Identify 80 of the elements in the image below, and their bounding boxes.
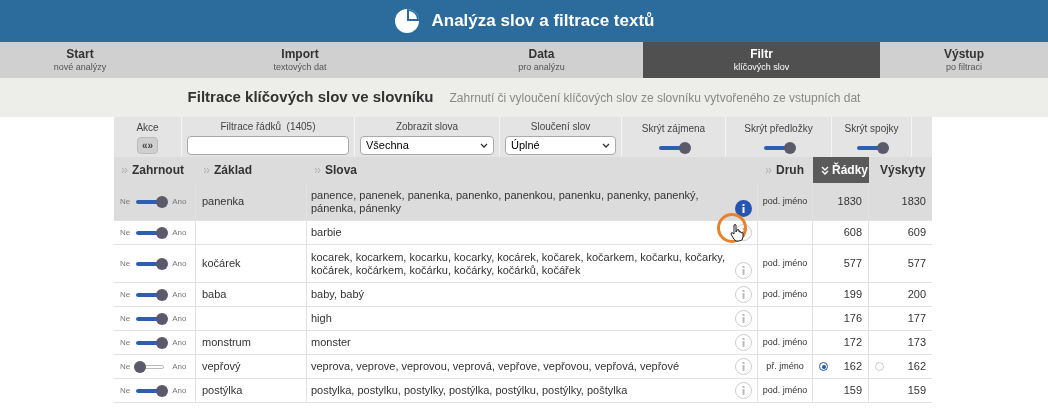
column-header[interactable]: Výskyty bbox=[869, 157, 932, 183]
table-cell-text: panenka bbox=[202, 194, 245, 210]
toggle-label: Ne bbox=[120, 360, 131, 373]
section-title: Filtrace klíčových slov ve slovníku bbox=[187, 87, 434, 108]
table-cell-text: veprova, veprove, veprovou, veprová, vepřove, vepřovou, vepřová, vepřové bbox=[311, 360, 681, 373]
filter-label: Skrýt předložky bbox=[744, 121, 813, 136]
table-cell-text: baby, babý bbox=[311, 288, 365, 301]
toggle-label: Ne bbox=[120, 384, 131, 397]
table-cell-text: pod. jméno bbox=[762, 194, 808, 208]
table-cell-text: monstrum bbox=[202, 335, 251, 351]
table-row[interactable]: Ne Ano barbie 608 609 bbox=[114, 221, 932, 245]
table-cell-text: 159 bbox=[907, 383, 926, 399]
dropdown[interactable]: Úplné bbox=[505, 136, 616, 155]
table-cell-text: monster bbox=[311, 336, 352, 349]
table-cell-text: pod. jméno bbox=[762, 335, 808, 349]
table-cell-text: panence, panenek, panenka, panenko, panenkou, panenku, panenky, panenký, pánenka, pánenky bbox=[311, 188, 700, 215]
table-row[interactable]: Ne Ano baba baby, babý pod. jméno 199 200 bbox=[114, 283, 932, 307]
table-row[interactable]: Ne Ano high 176 177 bbox=[114, 307, 932, 331]
filter-label: Skrýt spojky bbox=[844, 121, 899, 136]
table-cell-text: 1830 bbox=[837, 194, 862, 210]
table-cell-text: 162 bbox=[907, 359, 926, 375]
swap-button[interactable]: «» bbox=[136, 137, 159, 154]
toggle-label: Ano bbox=[172, 336, 187, 349]
table-cell-text: př. jméno bbox=[766, 359, 804, 373]
filter-label: Filtrace řádků (1405) bbox=[220, 120, 316, 134]
filter-label: Akce bbox=[136, 121, 159, 135]
toggle-label: Ano bbox=[172, 226, 187, 239]
table-cell-text: postylka, postylku, postylky, postýlka, postýlku, postýlky, poštylka bbox=[311, 384, 629, 397]
table-cell-text: 577 bbox=[907, 256, 926, 272]
table-cell-text: vepřový bbox=[202, 359, 241, 375]
table-cell-text: baba bbox=[202, 287, 227, 303]
table-cell-text: pod. jméno bbox=[762, 256, 808, 270]
nav-tab[interactable]: Filtr klíčových slov bbox=[643, 42, 880, 78]
table-cell-text: 609 bbox=[907, 225, 926, 241]
filter-label: Sloučení slov bbox=[530, 120, 591, 134]
table-row[interactable]: Ne Ano postýlka postylka, postylku, postylky, postýlka, postýlku, postýlky, poštylka pod. jméno 159 159 bbox=[114, 379, 932, 403]
filter-label: Zobrazit slova bbox=[395, 120, 459, 134]
table-cell-text: pod. jméno bbox=[762, 287, 808, 301]
column-header[interactable]: Řádky bbox=[813, 157, 869, 183]
table-cell-text: 200 bbox=[907, 287, 926, 303]
toggle-label: Ano bbox=[172, 312, 187, 325]
table-cell-text: 172 bbox=[843, 335, 862, 351]
table-cell-text: 199 bbox=[843, 287, 862, 303]
toggle-label: Ne bbox=[120, 257, 131, 270]
table-cell-text: 159 bbox=[843, 383, 862, 399]
table-cell-text: 577 bbox=[843, 256, 862, 272]
column-header[interactable]: Zahrnout bbox=[114, 157, 196, 183]
toggle-label: Ano bbox=[172, 360, 187, 373]
table-cell-text: kocarek, kocarkem, kocarku, kocarky, kocárek, kočarek, kočarkem, kočarku, kočarky, kočárek, kočárkem, kočárku, kočárky, kočárků, kočářek bbox=[311, 250, 727, 277]
dropdown[interactable]: Všechna bbox=[360, 136, 494, 155]
table-row[interactable]: Ne Ano vepřový veprova, veprove, veprovou, veprová, vepřove, vepřovou, vepřová, vepřové př. jméno 162 162 bbox=[114, 355, 932, 379]
toggle-label: Ano bbox=[172, 288, 187, 301]
section-description: Zahrnutí či vyloučení klíčových slov ze slovníku vytvořeného ze vstupních dat bbox=[449, 89, 861, 107]
table-cell-text: 173 bbox=[907, 335, 926, 351]
toggle-label: Ne bbox=[120, 288, 131, 301]
filter-label: Skrýt zájmena bbox=[641, 121, 706, 136]
table-cell-text: 177 bbox=[907, 311, 926, 327]
table-cell-text: 608 bbox=[843, 225, 862, 241]
app-title: Analýza slov a filtrace textů bbox=[431, 10, 655, 33]
toggle-label: Ano bbox=[172, 257, 187, 270]
column-header[interactable]: Druh bbox=[758, 157, 813, 183]
table-cell-text: 176 bbox=[843, 311, 862, 327]
table-row[interactable]: Ne Ano panenka panence, panenek, panenka, panenko, panenkou, panenku, panenky, panenký, pánenka, pánenky pod. jméno 1830 1830 bbox=[114, 183, 932, 221]
table-cell-text: postýlka bbox=[202, 383, 243, 399]
toggle-label: Ano bbox=[172, 195, 187, 208]
table-row[interactable]: Ne Ano monstrum monster pod. jméno 172 173 bbox=[114, 331, 932, 355]
table-cell-text: pod. jméno bbox=[762, 383, 808, 397]
toggle-label: Ne bbox=[120, 226, 131, 239]
table-cell-text: 1830 bbox=[901, 194, 926, 210]
toggle-label: Ne bbox=[120, 312, 131, 325]
column-header[interactable]: Základ bbox=[196, 157, 307, 183]
toggle-label: Ano bbox=[172, 384, 187, 397]
column-header[interactable]: Slova bbox=[307, 157, 758, 183]
toggle-label: Ne bbox=[120, 336, 131, 349]
table-cell-text: barbie bbox=[311, 226, 343, 239]
toggle-label: Ne bbox=[120, 195, 131, 208]
table-cell-text: 162 bbox=[843, 359, 862, 375]
table-row[interactable]: Ne Ano kočárek kocarek, kocarkem, kocarku, kocarky, kocárek, kočarek, kočarkem, kočarku, kočarky, kočárek, kočárkem, kočárku, kočárky, kočárků, kočářek pod. jméno 577 577 bbox=[114, 245, 932, 283]
table-cell-text: kočárek bbox=[202, 256, 241, 272]
table-cell-text: high bbox=[311, 312, 333, 325]
